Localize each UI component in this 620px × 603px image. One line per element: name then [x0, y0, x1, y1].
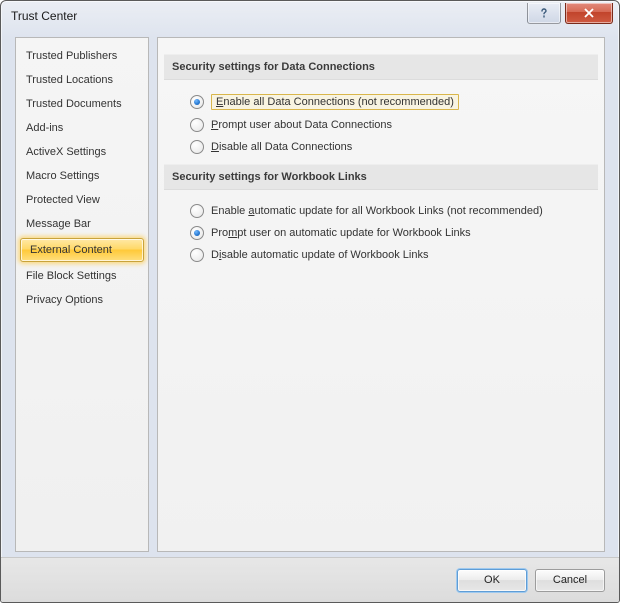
- close-icon: [583, 8, 595, 18]
- content-panel: Security settings for Data Connections E…: [157, 37, 605, 552]
- sidebar-item-label: ActiveX Settings: [26, 146, 106, 158]
- sidebar-item-external-content[interactable]: External Content: [20, 238, 144, 262]
- sidebar-item-macro-settings[interactable]: Macro Settings: [16, 164, 148, 188]
- sidebar-item-file-block-settings[interactable]: File Block Settings: [16, 264, 148, 288]
- sidebar-item-trusted-publishers[interactable]: Trusted Publishers: [16, 44, 148, 68]
- sidebar-item-label: File Block Settings: [26, 270, 116, 282]
- window-title: Trust Center: [11, 9, 527, 23]
- sidebar-item-trusted-locations[interactable]: Trusted Locations: [16, 68, 148, 92]
- radio-label: Enable all Data Connections (not recomme…: [211, 94, 459, 110]
- cancel-button[interactable]: Cancel: [535, 569, 605, 592]
- sidebar-item-protected-view[interactable]: Protected View: [16, 188, 148, 212]
- radio-label: Disable all Data Connections: [211, 141, 352, 153]
- radio-prompt-data-connections[interactable]: Prompt user about Data Connections: [172, 114, 590, 136]
- sidebar-item-privacy-options[interactable]: Privacy Options: [16, 288, 148, 312]
- radio-label: Disable automatic update of Workbook Lin…: [211, 249, 429, 261]
- sidebar-item-trusted-documents[interactable]: Trusted Documents: [16, 92, 148, 116]
- radio-icon: [190, 140, 204, 154]
- radio-enable-all-data-connections[interactable]: Enable all Data Connections (not recomme…: [172, 90, 590, 114]
- sidebar-item-message-bar[interactable]: Message Bar: [16, 212, 148, 236]
- radio-label: Prompt user on automatic update for Work…: [211, 227, 471, 239]
- sidebar-item-label: Message Bar: [26, 218, 91, 230]
- radio-icon: [190, 226, 204, 240]
- help-button[interactable]: [527, 3, 561, 24]
- sidebar-item-label: Trusted Documents: [26, 98, 122, 110]
- sidebar-item-activex-settings[interactable]: ActiveX Settings: [16, 140, 148, 164]
- radio-label: Prompt user about Data Connections: [211, 119, 392, 131]
- radio-prompt-auto-update-links[interactable]: Prompt user on automatic update for Work…: [172, 222, 590, 244]
- trust-center-dialog: Trust Center Trusted Publishers Trusted …: [0, 0, 620, 603]
- ok-button[interactable]: OK: [457, 569, 527, 592]
- titlebar[interactable]: Trust Center: [1, 1, 619, 31]
- radio-disable-data-connections[interactable]: Disable all Data Connections: [172, 136, 590, 158]
- radio-icon: [190, 204, 204, 218]
- titlebar-buttons: [527, 3, 613, 24]
- radio-label: Enable automatic update for all Workbook…: [211, 205, 543, 217]
- radio-disable-auto-update-links[interactable]: Disable automatic update of Workbook Lin…: [172, 244, 590, 266]
- sidebar-item-label: Macro Settings: [26, 170, 99, 182]
- radio-enable-auto-update-links[interactable]: Enable automatic update for all Workbook…: [172, 200, 590, 222]
- help-icon: [538, 7, 550, 19]
- sidebar-item-label: Trusted Publishers: [26, 50, 117, 62]
- radio-icon: [190, 118, 204, 132]
- sidebar-item-label: Privacy Options: [26, 294, 103, 306]
- close-button[interactable]: [565, 3, 613, 24]
- sidebar-item-label: Trusted Locations: [26, 74, 113, 86]
- sidebar-item-label: External Content: [30, 244, 112, 256]
- section-header-workbook-links: Security settings for Workbook Links: [164, 164, 598, 190]
- radio-icon: [190, 248, 204, 262]
- sidebar-item-label: Protected View: [26, 194, 100, 206]
- sidebar-item-add-ins[interactable]: Add-ins: [16, 116, 148, 140]
- section-header-data-connections: Security settings for Data Connections: [164, 54, 598, 80]
- category-sidebar: Trusted Publishers Trusted Locations Tru…: [15, 37, 149, 552]
- sidebar-item-label: Add-ins: [26, 122, 63, 134]
- radio-icon: [190, 95, 204, 109]
- dialog-footer: OK Cancel: [1, 557, 619, 602]
- dialog-client-area: Trusted Publishers Trusted Locations Tru…: [15, 37, 605, 552]
